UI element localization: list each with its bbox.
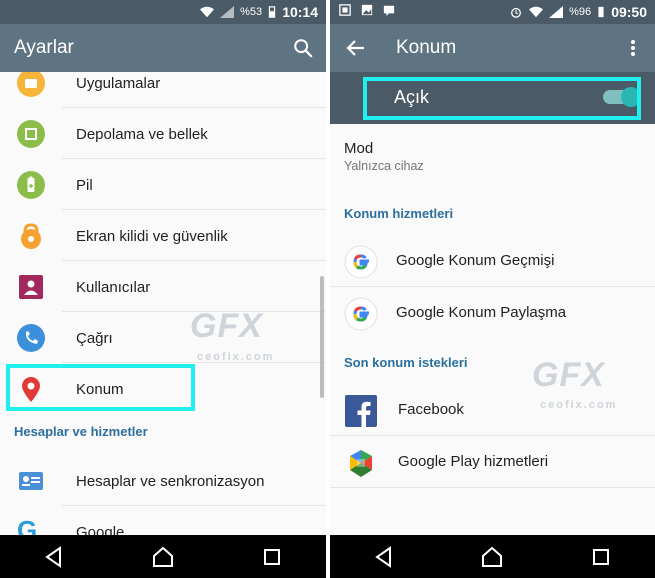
location-highlight-box [6, 364, 195, 411]
settings-item-label: Hesaplar ve senkronizasyon [76, 472, 265, 490]
recents-nav-icon[interactable] [260, 545, 284, 569]
battery-percent: %53 [240, 6, 263, 18]
app-bar: Konum [330, 24, 655, 72]
alarm-icon [511, 7, 522, 18]
google-icon [344, 245, 378, 279]
notification-app-icon [339, 4, 351, 16]
recent-item-label: Facebook [398, 401, 464, 418]
back-nav-icon[interactable] [372, 545, 396, 569]
settings-item-screen-lock[interactable]: Ekran kilidi ve güvenlik [0, 211, 326, 261]
back-nav-icon[interactable] [42, 545, 66, 569]
settings-item-label: Depolama ve bellek [76, 125, 208, 143]
status-time: 09:50 [611, 4, 647, 20]
mode-subtitle: Yalnızca cihaz [344, 159, 424, 173]
divider [62, 158, 326, 159]
apps-icon [17, 72, 45, 97]
phone-icon [17, 324, 45, 352]
settings-item-label: Pil [76, 176, 93, 194]
divider [62, 260, 326, 261]
settings-item-google[interactable]: G Google [0, 507, 326, 535]
lock-icon [21, 223, 41, 249]
divider [62, 209, 326, 210]
search-icon[interactable] [292, 37, 314, 59]
page-title: Konum [396, 37, 457, 58]
home-nav-icon[interactable] [151, 545, 175, 569]
google-play-services-icon [350, 450, 372, 477]
settings-item-users[interactable]: Kullanıcılar [0, 262, 326, 312]
settings-screen: %53 10:14 Ayarlar Uygulamalar Depolama v… [0, 0, 326, 578]
status-bar: %53 10:14 [0, 0, 326, 24]
watermark-logo: GFX [532, 356, 605, 394]
status-bar: %96 09:50 [330, 0, 655, 24]
navigation-bar [0, 535, 326, 578]
more-options-icon[interactable] [623, 38, 643, 58]
settings-item-storage[interactable]: Depolama ve bellek [0, 109, 326, 159]
recents-nav-icon[interactable] [589, 545, 613, 569]
service-item-location-history[interactable]: Google Konum Geçmişi [330, 235, 655, 287]
signal-icon [220, 6, 235, 18]
battery-icon [17, 171, 45, 199]
section-header-location-services: Konum hizmetleri [344, 206, 454, 221]
settings-item-battery[interactable]: Pil [0, 160, 326, 210]
service-item-label: Google Konum Geçmişi [396, 252, 555, 269]
notification-icons [338, 4, 396, 16]
service-item-location-sharing[interactable]: Google Konum Paylaşma [330, 287, 655, 339]
page-title: Ayarlar [14, 37, 74, 58]
section-header-recent-requests: Son konum istekleri [344, 355, 468, 370]
divider [330, 487, 655, 488]
scrollbar[interactable] [320, 276, 324, 398]
divider [62, 362, 326, 363]
battery-icon [598, 6, 604, 18]
battery-icon [269, 6, 276, 18]
recent-item-label: Google Play hizmetleri [398, 453, 549, 470]
service-item-label: Google Konum Paylaşma [396, 304, 567, 321]
wifi-icon [200, 6, 215, 18]
message-icon [383, 5, 395, 16]
status-time: 10:14 [282, 4, 318, 20]
mode-title[interactable]: Mod [344, 140, 373, 157]
watermark-site: ceofix.com [197, 351, 275, 363]
settings-item-label: Kullanıcılar [76, 278, 151, 296]
storage-icon [17, 120, 45, 148]
toggle-highlight-box [363, 77, 641, 120]
section-header-accounts: Hesaplar ve hizmetler [14, 424, 148, 439]
account-card-icon [19, 472, 43, 490]
settings-item-label: Google [76, 523, 125, 536]
battery-percent: %96 [569, 6, 592, 18]
image-icon [361, 4, 373, 16]
settings-list: Uygulamalar Depolama ve bellek Pil Ekran [0, 72, 326, 535]
watermark-site: ceofix.com [540, 399, 618, 411]
settings-item-label: Ekran kilidi ve güvenlik [76, 227, 228, 245]
google-icon [344, 297, 378, 331]
signal-icon [549, 6, 564, 18]
settings-item-call[interactable]: Çağrı [0, 313, 326, 363]
watermark-logo: GFX [190, 307, 263, 345]
users-icon [19, 275, 43, 299]
settings-item-label: Çağrı [76, 329, 113, 347]
settings-item-label: Uygulamalar [76, 74, 161, 92]
back-arrow-icon[interactable] [344, 36, 368, 60]
app-bar: Ayarlar [0, 24, 326, 72]
google-icon: G [17, 515, 38, 535]
divider [62, 107, 326, 108]
location-screen: %96 09:50 Konum Açık Mod Yalnızca cihaz … [330, 0, 655, 578]
wifi-icon [529, 6, 544, 18]
divider [62, 505, 326, 506]
settings-item-apps[interactable]: Uygulamalar [0, 72, 326, 108]
recent-item-google-play-services[interactable]: Google Play hizmetleri [330, 436, 655, 488]
settings-item-accounts-sync[interactable]: Hesaplar ve senkronizasyon [0, 456, 326, 506]
home-nav-icon[interactable] [480, 545, 504, 569]
navigation-bar [330, 535, 655, 578]
facebook-icon [345, 395, 377, 428]
